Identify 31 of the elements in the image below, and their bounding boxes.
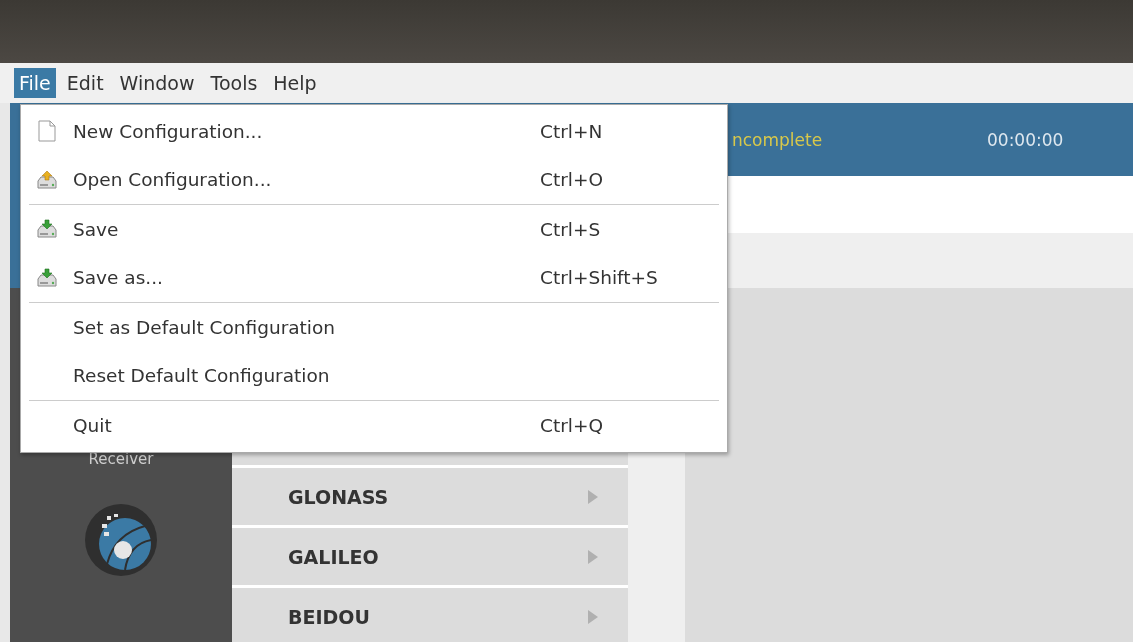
arrow-icon — [588, 609, 598, 624]
drive-download-icon — [36, 219, 58, 240]
menu-entry[interactable]: Quit — [73, 414, 112, 436]
menu-item[interactable]: Edit — [61, 68, 109, 98]
constellation-item[interactable]: BEIDOU — [232, 588, 628, 642]
page-icon — [38, 120, 56, 143]
sidebar-label[interactable]: Receiver — [88, 450, 154, 468]
menu-entry[interactable]: Save as... — [73, 267, 163, 289]
constellation-item[interactable]: GALILEO — [232, 528, 628, 585]
drive-download-icon — [36, 267, 58, 288]
arrow-icon — [588, 489, 598, 504]
menu-item[interactable]: Help — [268, 68, 322, 98]
menu-entry[interactable]: Open Configuration... — [73, 169, 272, 191]
globe-icon[interactable] — [85, 504, 157, 576]
arrow-icon — [588, 549, 598, 564]
menu-item[interactable]: Tools — [205, 68, 263, 98]
shortcut-text: Ctrl+Q — [540, 414, 604, 436]
menu-entry[interactable]: Set as Default Configuration — [73, 316, 336, 338]
menu-item[interactable]: File — [14, 68, 56, 98]
constellation-item[interactable]: GLONASS — [232, 468, 628, 525]
menu-entry[interactable]: Reset Default Configuration — [73, 365, 330, 387]
drive-upload-icon — [36, 169, 58, 190]
time-text: 00:00:00 — [987, 129, 1064, 150]
shortcut-text: Ctrl+N — [540, 120, 604, 142]
menu-entry[interactable]: Save — [73, 218, 119, 240]
status-text: ncomplete — [732, 129, 824, 150]
shortcut-text: Ctrl+Shift+S — [540, 267, 659, 289]
shortcut-text: Ctrl+S — [540, 218, 602, 240]
menu-item[interactable]: Window — [114, 68, 200, 98]
menu-entry[interactable]: New Configuration... — [73, 120, 263, 142]
shortcut-text: Ctrl+O — [540, 169, 604, 191]
